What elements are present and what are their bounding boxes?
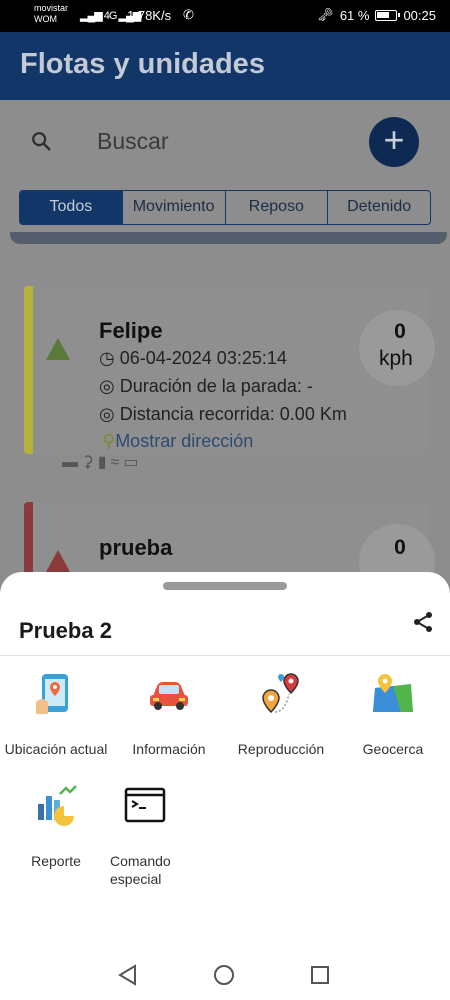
action-label: Comando especial: [110, 853, 171, 887]
battery-icon: ▮: [97, 454, 111, 471]
unit-card[interactable]: Felipe ◷ 06-04-2024 03:25:14 ◎ Duración …: [24, 286, 435, 454]
action-label: Información: [132, 741, 206, 757]
carrier-name-secondary: WOM: [34, 14, 57, 24]
speed-value: 0: [394, 320, 406, 343]
recents-icon[interactable]: [309, 964, 331, 986]
map-icon: [373, 674, 413, 712]
status-bar: movistar WOM ▂▄▆ 4G ▂▄▆ 1,78K/s ✆ 🗝 61 %…: [0, 0, 450, 32]
location-target-icon: ◎: [99, 404, 115, 424]
divider: [0, 655, 450, 656]
carrier-name: movistar: [34, 3, 69, 13]
chart-report-icon: [38, 785, 77, 826]
page-title: Flotas y unidades: [20, 48, 265, 80]
action-current-location[interactable]: Ubicación actual: [1, 672, 111, 758]
tabs-underline: [10, 232, 447, 244]
key-icon: 🗝: [317, 7, 334, 22]
terminal-icon: [124, 787, 166, 823]
clock: 00:25: [403, 7, 436, 23]
back-icon[interactable]: [117, 964, 139, 986]
search-input[interactable]: Buscar: [97, 128, 169, 155]
action-label: Geocerca: [362, 741, 424, 757]
stop-duration-value: Duración de la parada: -: [119, 376, 313, 396]
phone-location-icon: [36, 674, 68, 714]
tab-reposo[interactable]: Reposo: [226, 191, 329, 224]
home-icon[interactable]: [213, 964, 235, 986]
action-geofence[interactable]: Geocerca: [338, 672, 448, 758]
unit-status-icons: ▬⚳▮≈▭: [62, 452, 142, 472]
location-target-icon: ◎: [99, 376, 115, 396]
add-unit-button[interactable]: +: [369, 117, 419, 167]
unit-distance: ◎ Distancia recorrida: 0.00 Km: [99, 404, 347, 425]
pin-icon: ⚲: [102, 431, 116, 451]
network-speed: 1,78K/s: [127, 8, 172, 23]
direction-arrow-icon: [46, 550, 70, 572]
wifi-icon: ≈: [110, 454, 124, 471]
car-icon: [150, 682, 188, 710]
bottom-sheet: Prueba 2 Ubicación actual Información Re…: [0, 572, 450, 1000]
unit-name: prueba: [99, 535, 173, 560]
app-bar: Flotas y unidades: [0, 32, 450, 100]
key-icon: ⚳: [82, 454, 98, 471]
distance-value: Distancia recorrida: 0.00 Km: [119, 404, 347, 424]
action-label: Reproducción: [237, 741, 325, 757]
sheet-title: Prueba 2: [19, 618, 112, 643]
unit-name: Felipe: [99, 318, 163, 343]
route-pins-icon: [262, 673, 299, 714]
status-indicator: [24, 502, 33, 582]
unit-stop-duration: ◎ Duración de la parada: -: [99, 376, 313, 397]
direction-arrow-icon: [46, 338, 70, 360]
tab-movimiento[interactable]: Movimiento: [123, 191, 226, 224]
unit-card[interactable]: prueba 0: [24, 502, 435, 600]
show-address-link[interactable]: ⚲Mostrar dirección: [102, 431, 253, 452]
carrier-label: movistar WOM: [34, 3, 68, 25]
car-icon: ▬: [62, 454, 82, 471]
share-icon[interactable]: [411, 610, 435, 634]
wifi-calling-icon: ✆: [183, 7, 194, 22]
show-address-label: Mostrar dirección: [115, 431, 254, 451]
unit-datetime: ◷ 06-04-2024 03:25:14: [99, 348, 287, 369]
action-playback[interactable]: Reproducción: [226, 672, 336, 758]
sim-icon: ▭: [123, 454, 143, 471]
action-label: Ubicación actual: [4, 741, 108, 757]
filter-tabs: Todos Movimiento Reposo Detenido: [19, 190, 431, 225]
search-bar[interactable]: Buscar +: [10, 110, 440, 174]
datetime-value: 06-04-2024 03:25:14: [119, 348, 287, 368]
system-nav-bar: [0, 950, 450, 1000]
battery-icon: [375, 9, 401, 21]
drag-handle[interactable]: [163, 582, 287, 590]
action-information[interactable]: Información: [114, 672, 224, 758]
tab-todos[interactable]: Todos: [20, 191, 123, 224]
status-indicator: [24, 286, 33, 454]
search-icon: [32, 132, 51, 151]
battery-percent: 61 %: [339, 7, 370, 23]
speed-value: 0: [394, 536, 406, 559]
speed-unit: kph: [379, 347, 413, 370]
action-special-command[interactable]: Comando especial: [90, 784, 200, 888]
clock-icon: ◷: [99, 348, 115, 368]
tab-detenido[interactable]: Detenido: [328, 191, 430, 224]
